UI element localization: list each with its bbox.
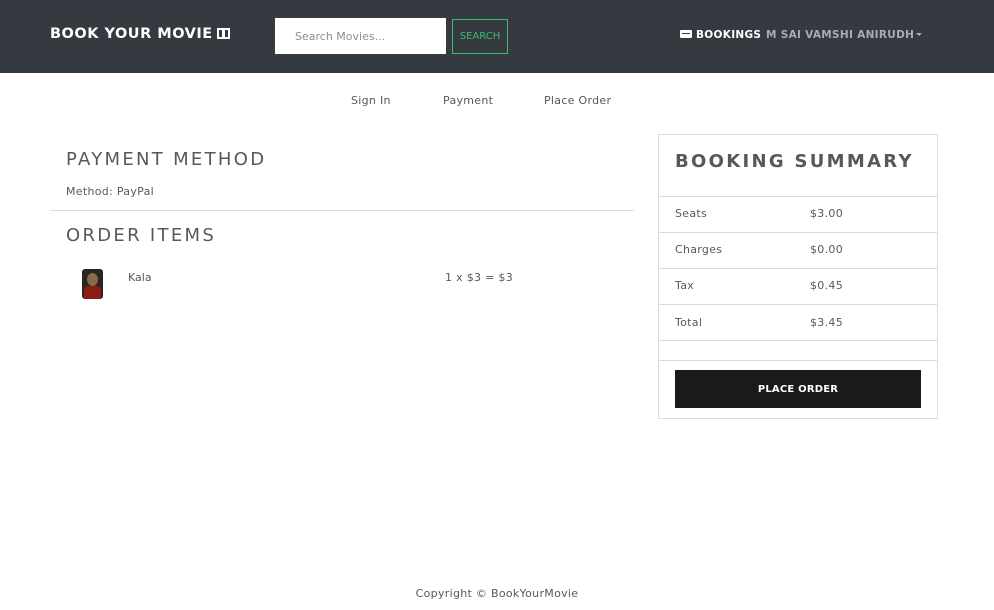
- brand-link[interactable]: BOOK YOUR MOVIE: [50, 26, 230, 42]
- movie-poster-thumbnail: [82, 269, 103, 299]
- step-sign-in[interactable]: Sign In: [351, 94, 391, 107]
- order-items-heading: ORDER ITEMS: [66, 225, 217, 246]
- step-place-order: Place Order: [544, 94, 612, 107]
- bookings-label[interactable]: BOOKINGS: [696, 29, 761, 41]
- total-value: $3.45: [810, 316, 843, 329]
- booking-summary-heading: BOOKING SUMMARY: [675, 151, 914, 172]
- total-label: Total: [675, 316, 703, 329]
- footer-copyright: Copyright © BookYourMovie: [415, 587, 579, 600]
- step-payment[interactable]: Payment: [443, 94, 493, 107]
- payment-method-heading: PAYMENT METHOD: [66, 149, 267, 170]
- tax-value: $0.45: [810, 279, 843, 292]
- chevron-down-icon: [916, 33, 923, 36]
- order-item-name[interactable]: Kala: [128, 271, 152, 284]
- summary-divider: [659, 304, 937, 305]
- navbar: BOOK YOUR MOVIE SEARCH BOOKINGS M SAI VA…: [0, 0, 994, 73]
- summary-divider: [659, 232, 937, 233]
- summary-divider: [659, 196, 937, 197]
- summary-divider: [659, 268, 937, 269]
- film-icon: [216, 28, 230, 39]
- section-divider: [50, 210, 634, 211]
- tax-label: Tax: [675, 279, 695, 292]
- order-item-price-calc: 1 x $3 = $3: [445, 271, 514, 284]
- user-dropdown[interactable]: M SAI VAMSHI ANIRUDH: [766, 29, 923, 41]
- seats-value: $3.00: [810, 207, 843, 220]
- bookings-link[interactable]: BOOKINGS: [680, 29, 761, 41]
- payment-method-value: Method: PayPal: [66, 185, 154, 198]
- seats-label: Seats: [675, 207, 708, 220]
- user-name[interactable]: M SAI VAMSHI ANIRUDH: [766, 29, 914, 41]
- place-order-button[interactable]: PLACE ORDER: [675, 370, 921, 408]
- summary-divider: [659, 360, 937, 361]
- charges-label: Charges: [675, 243, 723, 256]
- charges-value: $0.00: [810, 243, 843, 256]
- summary-divider: [659, 340, 937, 341]
- ticket-icon: [680, 30, 692, 38]
- search-input[interactable]: [275, 18, 446, 54]
- brand-text[interactable]: BOOK YOUR MOVIE: [50, 26, 213, 42]
- search-button[interactable]: SEARCH: [452, 19, 508, 54]
- booking-summary-card: BOOKING SUMMARY Seats $3.00 Charges $0.0…: [658, 134, 938, 419]
